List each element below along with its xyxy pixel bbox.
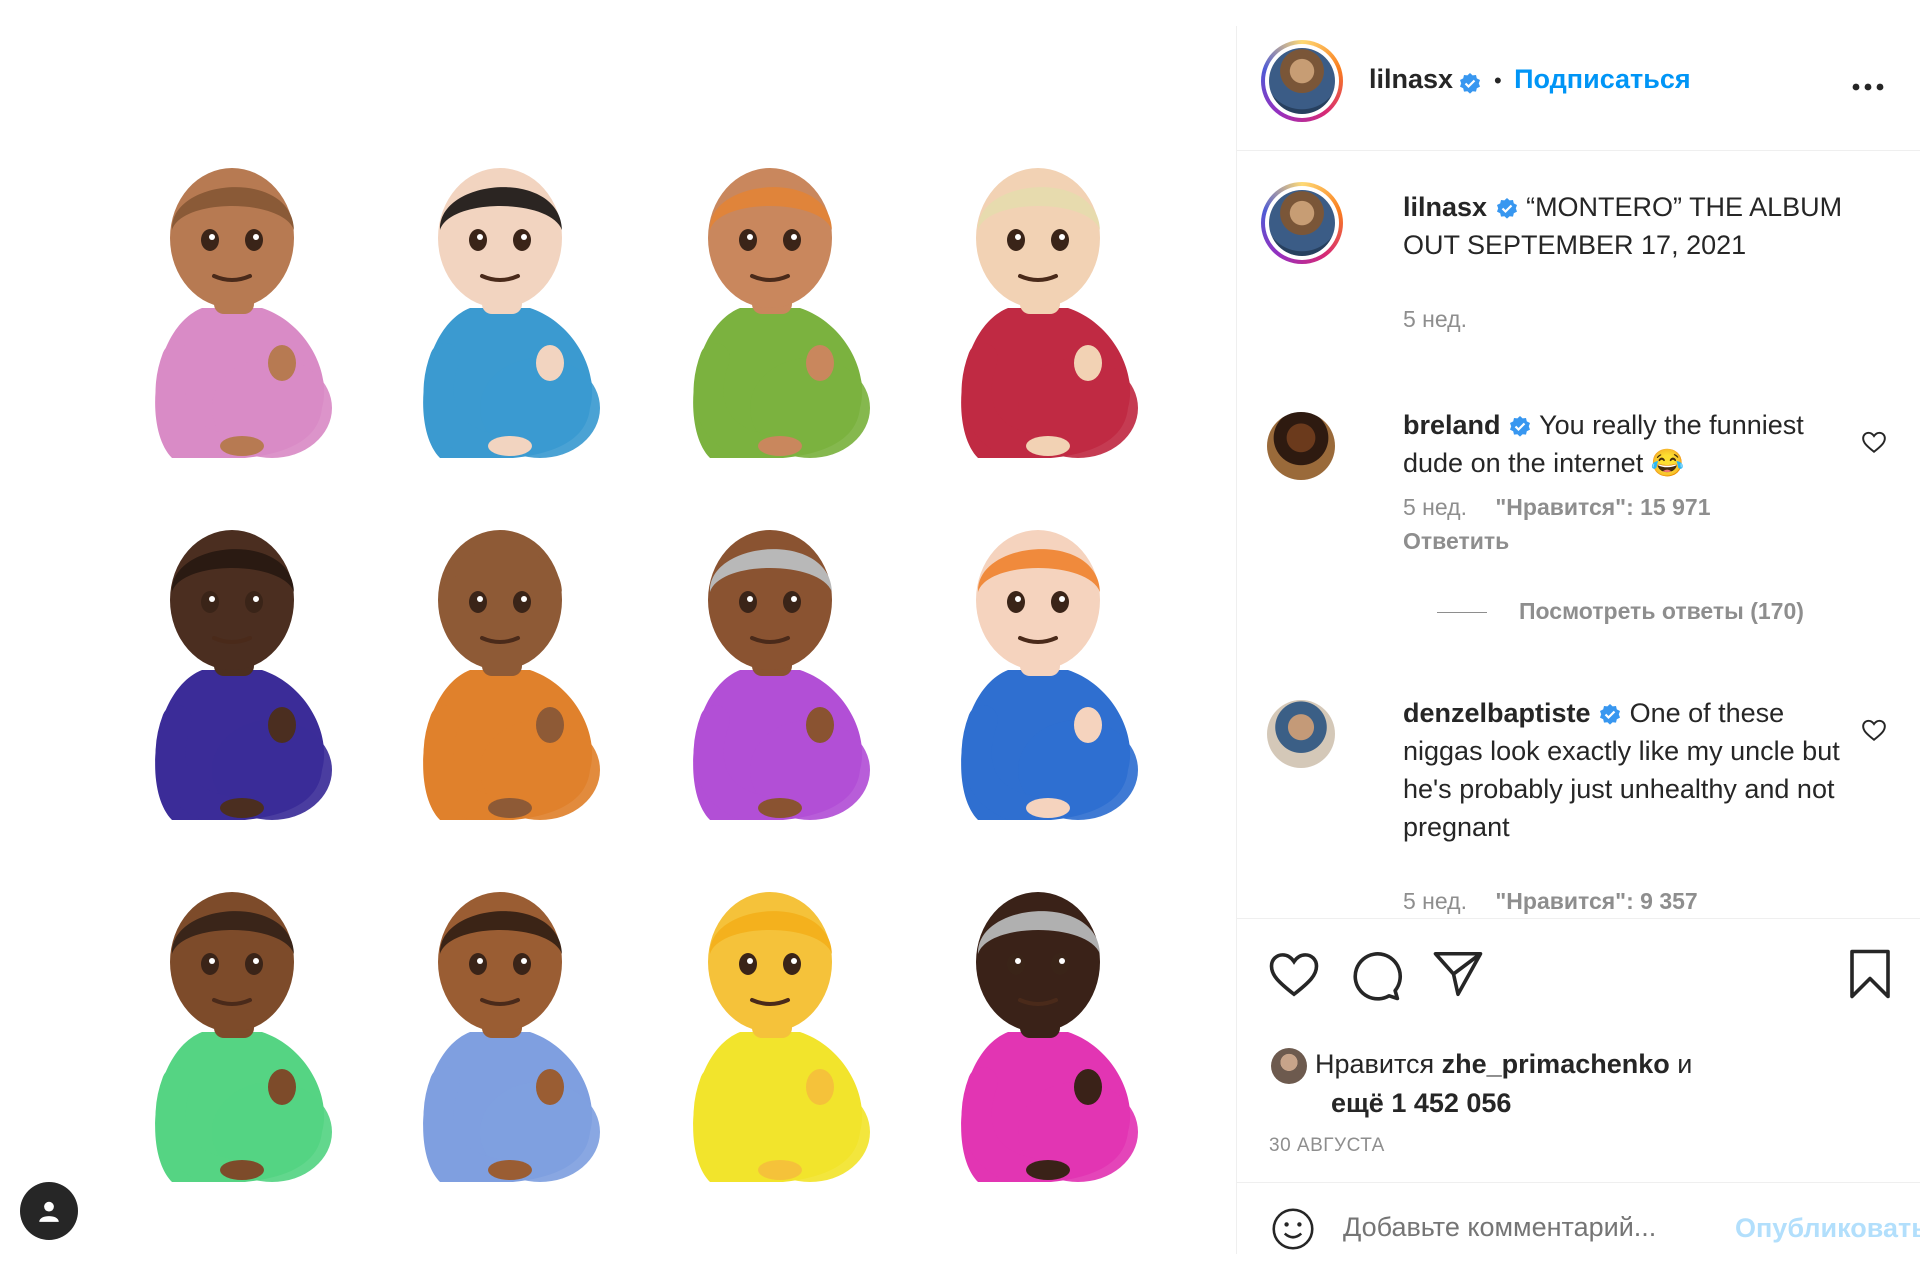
post-sidebar: lilnasx • Подписаться lilnasx “MONTERO” … (1236, 26, 1920, 1254)
verified-badge-icon (1459, 72, 1480, 94)
verified-badge-icon (1510, 415, 1531, 437)
post-date[interactable]: 30 АВГУСТА (1269, 1135, 1385, 1157)
comment-like-icon[interactable] (1861, 718, 1887, 742)
emoji-grid-image (104, 138, 1138, 1188)
likes-summary: Нравится zhe_primachenko и ещё 1 452 056 (1271, 1045, 1692, 1122)
pregnant-man-emoji (961, 168, 1138, 458)
liker-avatar[interactable] (1271, 1047, 1307, 1084)
pregnant-man-emoji (693, 530, 870, 820)
comment-username[interactable]: breland (1403, 410, 1501, 440)
verified-badge-icon (1600, 703, 1621, 725)
caption-username[interactable]: lilnasx (1403, 192, 1487, 222)
pregnant-man-emoji (423, 892, 600, 1182)
paper-plane-icon[interactable] (1431, 949, 1485, 999)
verified-badge-icon (1496, 197, 1517, 219)
pregnant-man-emoji (155, 530, 332, 820)
dot-separator: • (1493, 68, 1502, 93)
user-tag-button[interactable] (20, 1182, 78, 1240)
view-replies-label: Посмотреть ответы (170) (1519, 598, 1804, 624)
comment-icon[interactable] (1349, 949, 1403, 1003)
comment-username[interactable]: denzelbaptiste (1403, 698, 1591, 728)
comment-row: breland You really the funniest dude on … (1267, 406, 1887, 666)
comment-likes-count[interactable]: "Нравится": 15 971 (1495, 494, 1710, 520)
comment-likes-count[interactable]: "Нравится": 9 357 (1495, 888, 1697, 914)
pregnant-man-emoji (961, 530, 1138, 820)
pregnant-man-emoji (423, 530, 600, 820)
likes-prefix: Нравится (1315, 1049, 1435, 1079)
caption-row: lilnasx “MONTERO” THE ALBUM OUT SEPTEMBE… (1261, 182, 1887, 333)
post-actions: Нравится zhe_primachenko и ещё 1 452 056… (1237, 918, 1920, 1209)
post-header: lilnasx • Подписаться (1237, 26, 1920, 151)
heart-icon[interactable] (1267, 949, 1321, 999)
author-avatar[interactable] (1261, 40, 1343, 122)
view-replies-button[interactable]: Посмотреть ответы (170) (1437, 598, 1804, 625)
likes-and: и (1677, 1049, 1693, 1079)
comments-list[interactable]: lilnasx “MONTERO” THE ALBUM OUT SEPTEMBE… (1237, 150, 1920, 918)
pregnant-man-emoji (961, 892, 1138, 1182)
caption-time[interactable]: 5 нед. (1403, 306, 1467, 333)
comment-input[interactable] (1341, 1211, 1795, 1244)
comment-time[interactable]: 5 нед. (1403, 888, 1467, 914)
bookmark-icon[interactable] (1847, 947, 1893, 1001)
likes-count-button[interactable]: ещё 1 452 056 (1331, 1088, 1511, 1118)
user-tag-icon (39, 1201, 59, 1222)
pregnant-man-emoji (693, 892, 870, 1182)
comment-time[interactable]: 5 нед. (1403, 494, 1467, 520)
more-horizontal-icon[interactable] (1851, 82, 1885, 92)
add-comment-bar: Опубликовать (1237, 1182, 1920, 1273)
reply-button[interactable]: Ответить (1403, 528, 1509, 555)
comment-avatar[interactable] (1267, 412, 1335, 480)
pregnant-man-emoji (155, 892, 332, 1182)
liker-username[interactable]: zhe_primachenko (1442, 1049, 1670, 1079)
pregnant-man-emoji (693, 168, 870, 458)
comment-row: denzelbaptiste One of these niggas look … (1267, 694, 1887, 918)
publish-button[interactable]: Опубликовать (1735, 1213, 1920, 1244)
author-username[interactable]: lilnasx (1369, 64, 1453, 94)
smiley-icon[interactable] (1271, 1207, 1315, 1251)
comment-like-icon[interactable] (1861, 430, 1887, 454)
pregnant-man-emoji (423, 168, 600, 458)
post-media[interactable] (0, 0, 1236, 1280)
pregnant-man-emoji (155, 168, 332, 458)
follow-button[interactable]: Подписаться (1514, 64, 1691, 94)
comment-avatar[interactable] (1267, 700, 1335, 768)
caption-avatar[interactable] (1261, 182, 1343, 264)
